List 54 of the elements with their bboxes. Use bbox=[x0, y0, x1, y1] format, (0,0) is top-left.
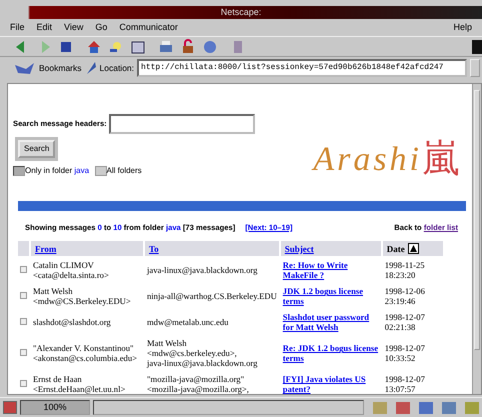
table-cell: Matt Welsh <mdw@CS.Berkeley.EDU> bbox=[33, 286, 131, 306]
logo-text: 嵐 bbox=[422, 139, 460, 177]
print-icon[interactable] bbox=[158, 38, 174, 54]
checkbox[interactable] bbox=[20, 266, 27, 274]
sort-up-icon[interactable] bbox=[408, 243, 419, 254]
table-cell: 1998-11-25 18:23:20 bbox=[384, 260, 425, 280]
message-title-link[interactable]: Re: How to Write MakeFile ? bbox=[282, 260, 379, 280]
table-cell: 1998-12-07 02:21:38 bbox=[384, 312, 425, 332]
column-header-link[interactable]: From bbox=[35, 244, 56, 254]
menu-item[interactable]: Go bbox=[89, 20, 114, 34]
menu-item[interactable]: File bbox=[4, 20, 31, 34]
table-cell: 1998-12-06 23:19:46 bbox=[384, 286, 425, 306]
folder-link[interactable]: java bbox=[74, 166, 90, 175]
column-header-link[interactable]: To bbox=[149, 244, 159, 254]
table-cell: Ernst de Haan <Ernst.deHaan@let.uu.nl> bbox=[33, 374, 126, 394]
message-title-link[interactable]: JDK 1.2 bogus license terms bbox=[282, 286, 379, 306]
logo-text: Arashi bbox=[313, 143, 422, 177]
table-cell: slashdot@slashdot.org bbox=[33, 317, 111, 328]
bookmarks-button[interactable]: Bookmarks bbox=[39, 62, 82, 74]
scrollbar[interactable] bbox=[472, 84, 481, 394]
checkbox[interactable] bbox=[20, 380, 27, 388]
table-cell: "mozilla-java@mozilla.org" <mozilla-java@mozilla.org>, bbox=[147, 374, 249, 394]
radio-button[interactable] bbox=[13, 166, 25, 176]
table-cell: "Alexander V. Konstantinou" <akonstan@cs.columbia.edu> bbox=[33, 343, 137, 364]
home-icon[interactable] bbox=[86, 38, 102, 54]
search-button[interactable]: Search bbox=[18, 140, 56, 158]
message-title-link[interactable]: Slashdot user password for Matt Welsh bbox=[282, 312, 379, 332]
message-title-link[interactable]: Re: JDK 1.2 bogus license terms bbox=[282, 343, 379, 364]
dropdown-button[interactable] bbox=[470, 59, 480, 77]
column-header-link[interactable]: Subject bbox=[284, 244, 314, 254]
table-cell: java-linux@java.blackdown.org bbox=[147, 265, 258, 276]
table-cell: Matt Welsh <mdw@cs.berkeley.edu>, java-linux@java.blackdown.org bbox=[147, 338, 258, 368]
option-label: Only in folder java bbox=[25, 165, 90, 177]
menu-item[interactable]: View bbox=[58, 20, 90, 34]
radio-button[interactable] bbox=[94, 166, 107, 176]
menu-item[interactable]: Edit bbox=[30, 20, 58, 34]
zoom-level: 100% bbox=[20, 400, 90, 415]
table-cell: ninja-all@warthog.CS.Berkeley.EDU bbox=[147, 291, 277, 302]
checkbox[interactable] bbox=[20, 292, 27, 300]
table-cell: mdw@metalab.unc.edu bbox=[147, 317, 228, 328]
checkbox[interactable] bbox=[20, 318, 27, 326]
search-field[interactable] bbox=[109, 114, 256, 134]
location-label: Location: bbox=[100, 62, 134, 74]
url-field[interactable]: http://chillata:8000/list?sessionkey=57ed90b626b1848ef42afcd247 bbox=[137, 59, 467, 77]
menu-item[interactable]: Communicator bbox=[113, 20, 184, 34]
checkbox[interactable] bbox=[20, 349, 27, 356]
option-label: All folders bbox=[106, 165, 142, 177]
column-header: Date bbox=[386, 244, 405, 254]
table-cell: 1998-12-07 10:33:52 bbox=[384, 343, 425, 364]
message-title-link[interactable]: [FYI] Java violates US patent? bbox=[282, 374, 379, 394]
table-cell: 1998-12-07 13:07:57 bbox=[384, 374, 425, 394]
menu-item[interactable]: Help bbox=[447, 20, 478, 34]
lock-icon[interactable] bbox=[180, 38, 196, 54]
table-cell: Catalin CLIMOV <cata@delta.sinta.ro> bbox=[33, 260, 109, 280]
